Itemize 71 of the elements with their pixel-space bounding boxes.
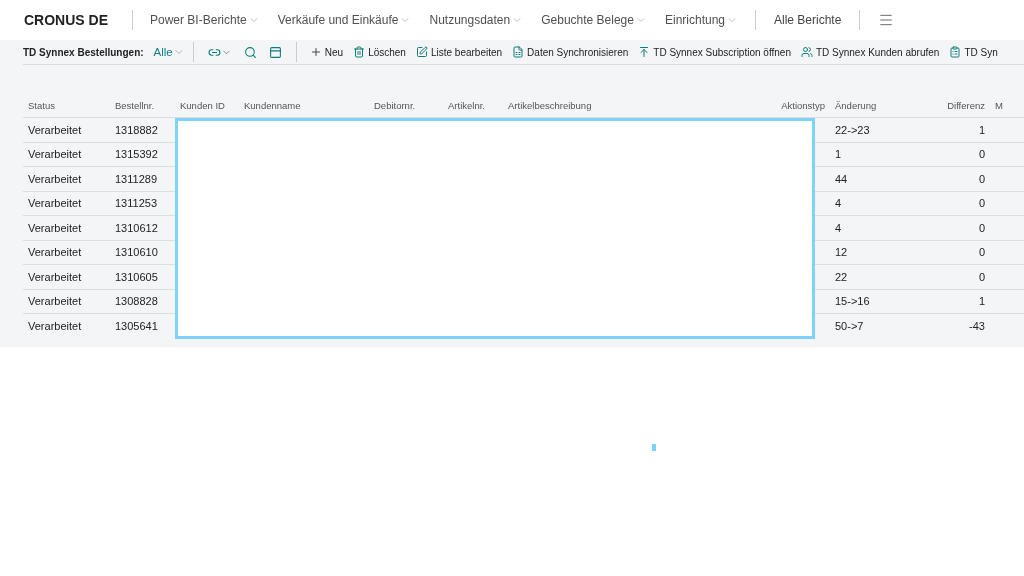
- table-cell-text: 4: [834, 221, 843, 234]
- nav-link[interactable]: Alle Berichte: [764, 13, 852, 27]
- toolbar-action[interactable]: TD Synnex Kunden abrufen: [795, 46, 945, 58]
- trash-icon: [353, 46, 366, 58]
- column-header[interactable]: Artikelbeschreibung: [503, 99, 703, 111]
- loading-indicator: [652, 444, 656, 451]
- table-cell-text: Verarbeitet: [27, 246, 83, 259]
- table-cell-text: 1311253: [114, 197, 158, 210]
- table-cell-text: 4: [834, 197, 843, 210]
- toolbar-action[interactable]: TD Synnex Subscription öffnen: [633, 46, 796, 58]
- table-cell-text: Verarbeitet: [27, 295, 83, 308]
- nav-menu[interactable]: Einrichtung: [655, 13, 747, 27]
- nav-menu[interactable]: Power BI-Berichte: [141, 13, 269, 27]
- table-cell-text: Verarbeitet: [27, 197, 83, 210]
- toolbar-action[interactable]: Daten Synchronisieren: [507, 46, 634, 58]
- toolbar-action[interactable]: TD Syn: [944, 46, 1003, 58]
- company-name[interactable]: CRONUS DE: [24, 12, 108, 28]
- filter-dropdown[interactable]: Alle: [153, 46, 185, 58]
- table-cell-text: 1: [977, 295, 986, 308]
- table-cell-text: 1310612: [114, 221, 159, 234]
- nav-menu[interactable]: Gebuchte Belege: [532, 13, 656, 27]
- table-cell-text: 0: [977, 221, 986, 234]
- edit-list-icon: [415, 46, 428, 58]
- table-cell-text: 50->7: [834, 319, 865, 332]
- table-cell-text: 22: [834, 270, 849, 283]
- table-cell-text: Verarbeitet: [27, 172, 83, 185]
- column-header[interactable]: Kundenname: [239, 99, 369, 111]
- table-cell-text: 1315392: [114, 148, 159, 161]
- column-header[interactable]: Status: [23, 99, 110, 111]
- page-caption: TD Synnex Bestellungen:: [23, 46, 144, 58]
- toolbar-action[interactable]: Löschen: [348, 46, 411, 58]
- upload-icon: [638, 46, 651, 58]
- column-header[interactable]: Änderung: [830, 99, 910, 111]
- table-cell-text: 1310605: [114, 270, 159, 283]
- table-cell-text: 22->23: [834, 123, 871, 136]
- table-cell-text: 0: [977, 148, 986, 161]
- table-cell-text: 1305641: [114, 319, 159, 332]
- table-cell-text: Verarbeitet: [27, 270, 83, 283]
- table-cell-text: 12: [834, 246, 849, 259]
- spreadsheet-icon: [512, 46, 525, 58]
- table-cell-text: Verarbeitet: [27, 123, 83, 136]
- table-cell-text: 0: [977, 270, 986, 283]
- plus-icon: [309, 46, 322, 58]
- table-cell-text: 1: [834, 148, 843, 161]
- toolbar-action[interactable]: Liste bearbeiten: [410, 46, 508, 58]
- toolbar-action[interactable]: Neu: [304, 46, 349, 58]
- column-header[interactable]: Debitornr.: [369, 99, 443, 111]
- table-cell-text: 15->16: [834, 295, 871, 308]
- column-header[interactable]: Artikelnr.: [443, 99, 503, 111]
- table-cell-text: 0: [977, 172, 986, 185]
- users-icon: [800, 46, 813, 58]
- table-cell-text: 0: [977, 246, 986, 259]
- column-header[interactable]: Kunden ID: [175, 99, 239, 111]
- table-cell-text: Verarbeitet: [27, 319, 83, 332]
- table-cell-text: 1311289: [114, 172, 158, 185]
- nav-menu[interactable]: Nutzungsdaten: [420, 13, 533, 27]
- table-cell-text: -43: [968, 319, 986, 332]
- nav-menu[interactable]: Verkäufe und Einkäufe: [268, 13, 421, 27]
- column-header[interactable]: Bestellnr.: [110, 99, 175, 111]
- table-cell-text: Verarbeitet: [27, 148, 83, 161]
- table-cell-text: 1318882: [114, 123, 159, 136]
- column-header[interactable]: Aktionstyp: [703, 99, 830, 111]
- column-header[interactable]: M: [990, 99, 1024, 111]
- table-cell-text: 0: [977, 197, 986, 210]
- table-cell-text: 1310610: [114, 246, 159, 259]
- column-header[interactable]: Differenz: [910, 99, 990, 111]
- table-cell-text: 1308828: [114, 295, 159, 308]
- table-cell-text: 44: [834, 172, 849, 185]
- table-cell-text: Verarbeitet: [27, 221, 83, 234]
- table-cell-text: 1: [977, 123, 986, 136]
- clipboard-icon: [949, 46, 962, 58]
